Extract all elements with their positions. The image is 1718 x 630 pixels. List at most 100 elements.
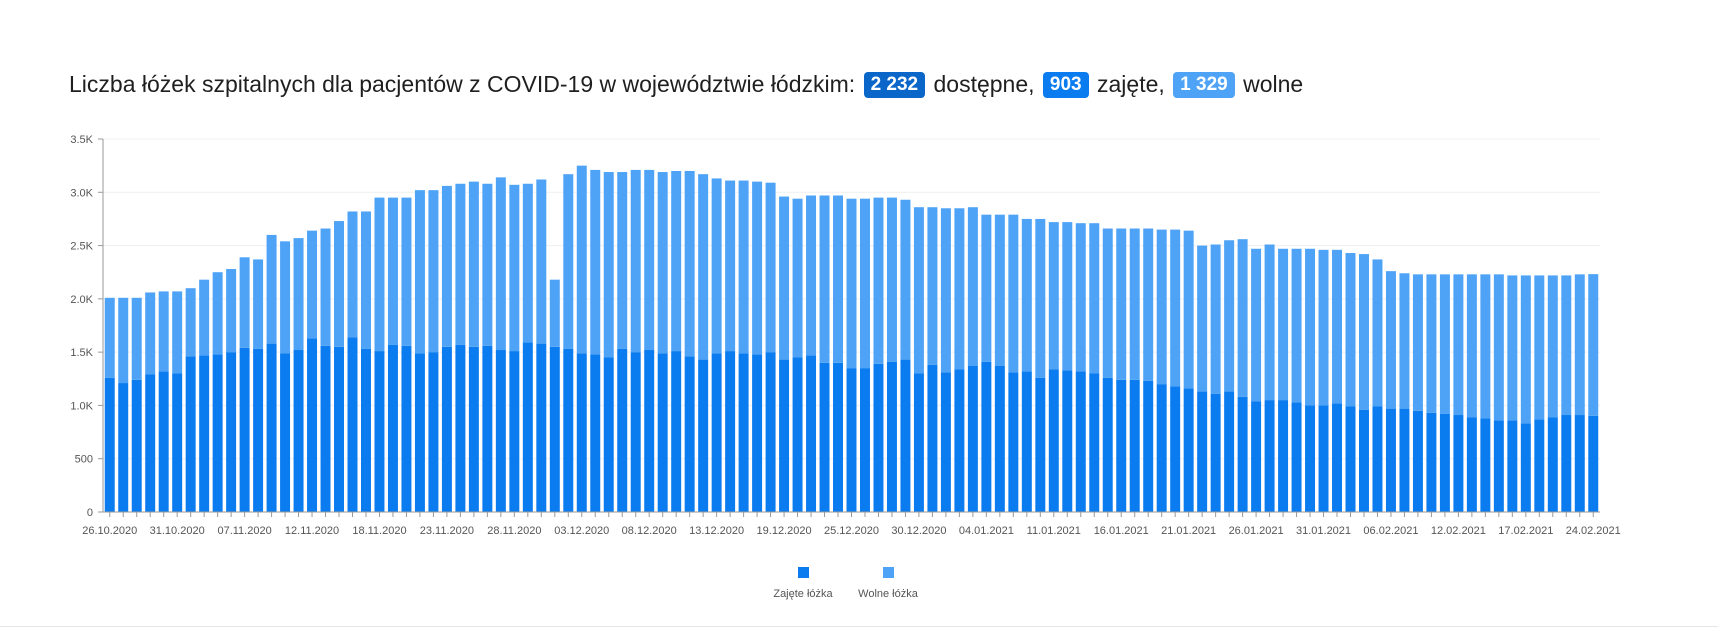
bar-occupied[interactable] <box>1305 405 1316 512</box>
bar-occupied[interactable] <box>1251 401 1262 512</box>
bar-free[interactable] <box>603 172 614 358</box>
bar-occupied[interactable] <box>913 373 924 512</box>
bar-occupied[interactable] <box>1466 417 1477 512</box>
bar-free[interactable] <box>1224 240 1235 392</box>
bar-occupied[interactable] <box>158 371 169 512</box>
bar-free[interactable] <box>374 197 385 352</box>
bar-free[interactable] <box>981 214 992 362</box>
bar-free[interactable] <box>1358 254 1369 410</box>
bar-occupied[interactable] <box>1008 372 1019 512</box>
bar-free[interactable] <box>792 198 803 358</box>
bar-free[interactable] <box>1332 249 1343 404</box>
bar-occupied[interactable] <box>522 342 533 512</box>
bar-occupied[interactable] <box>1224 391 1235 512</box>
bar-occupied[interactable] <box>1075 371 1086 512</box>
bar-free[interactable] <box>1507 275 1518 421</box>
bar-occupied[interactable] <box>320 345 331 512</box>
bar-free[interactable] <box>441 185 452 347</box>
bar-occupied[interactable] <box>981 361 992 512</box>
bar-free[interactable] <box>1453 274 1464 416</box>
bar-free[interactable] <box>145 292 156 375</box>
bar-occupied[interactable] <box>1170 386 1181 512</box>
legend-label[interactable]: Wolne łóżka <box>858 588 919 600</box>
bar-free[interactable] <box>1318 249 1329 406</box>
bar-free[interactable] <box>1588 274 1599 416</box>
bar-occupied[interactable] <box>967 365 978 512</box>
bar-occupied[interactable] <box>1439 413 1450 512</box>
bar-occupied[interactable] <box>1412 410 1423 512</box>
bar-free[interactable] <box>522 183 533 343</box>
bar-occupied[interactable] <box>253 348 264 512</box>
bar-occupied[interactable] <box>104 377 115 512</box>
bar-free[interactable] <box>671 170 682 352</box>
bar-free[interactable] <box>738 180 749 354</box>
bar-free[interactable] <box>158 291 169 372</box>
bar-free[interactable] <box>549 279 560 347</box>
bar-free[interactable] <box>886 197 897 362</box>
bar-occupied[interactable] <box>1547 417 1558 512</box>
bar-occupied[interactable] <box>118 383 129 512</box>
bar-free[interactable] <box>1264 244 1275 401</box>
bar-occupied[interactable] <box>886 361 897 512</box>
bar-occupied[interactable] <box>482 345 493 512</box>
bar-free[interactable] <box>684 170 695 357</box>
bar-occupied[interactable] <box>1143 380 1154 512</box>
bar-occupied[interactable] <box>509 351 520 512</box>
bar-occupied[interactable] <box>1035 377 1046 512</box>
bar-free[interactable] <box>1251 248 1262 402</box>
bar-free[interactable] <box>1439 274 1450 414</box>
bar-occupied[interactable] <box>900 359 911 512</box>
bar-free[interactable] <box>1143 228 1154 381</box>
bar-occupied[interactable] <box>1588 415 1599 512</box>
bar-occupied[interactable] <box>1062 370 1073 512</box>
bar-occupied[interactable] <box>1102 377 1113 512</box>
bar-occupied[interactable] <box>307 338 318 512</box>
bar-occupied[interactable] <box>1520 423 1531 512</box>
bar-occupied[interactable] <box>414 353 425 512</box>
bar-free[interactable] <box>536 179 547 344</box>
bar-occupied[interactable] <box>239 347 250 512</box>
bar-occupied[interactable] <box>1372 406 1383 512</box>
bar-occupied[interactable] <box>1156 384 1167 512</box>
bar-occupied[interactable] <box>684 356 695 512</box>
bar-free[interactable] <box>711 178 722 354</box>
bar-free[interactable] <box>293 238 304 351</box>
bar-free[interactable] <box>1372 259 1383 407</box>
bar-free[interactable] <box>779 196 790 360</box>
bar-occupied[interactable] <box>792 357 803 512</box>
bar-free[interactable] <box>806 195 817 356</box>
bar-free[interactable] <box>1210 244 1221 394</box>
bar-free[interactable] <box>1493 274 1504 421</box>
bar-free[interactable] <box>199 279 210 356</box>
bar-free[interactable] <box>1574 274 1585 416</box>
legend-label[interactable]: Zajęte łóżka <box>773 588 833 600</box>
bar-occupied[interactable] <box>455 344 466 512</box>
bar-occupied[interactable] <box>846 368 857 512</box>
bar-occupied[interactable] <box>779 359 790 512</box>
bar-free[interactable] <box>1156 229 1167 385</box>
bar-free[interactable] <box>468 181 479 347</box>
bar-free[interactable] <box>1035 218 1046 378</box>
bar-free[interactable] <box>226 269 237 353</box>
bar-free[interactable] <box>495 177 506 351</box>
legend-swatch[interactable] <box>883 567 894 578</box>
bar-free[interactable] <box>1426 274 1437 413</box>
bar-occupied[interactable] <box>617 348 628 512</box>
bar-free[interactable] <box>765 182 776 353</box>
bar-occupied[interactable] <box>819 362 830 512</box>
bar-free[interactable] <box>819 195 830 363</box>
bar-free[interactable] <box>927 207 938 365</box>
bar-free[interactable] <box>320 228 331 346</box>
bar-occupied[interactable] <box>1264 400 1275 512</box>
bar-occupied[interactable] <box>1197 391 1208 512</box>
bar-occupied[interactable] <box>172 373 183 512</box>
bar-free[interactable] <box>590 169 601 355</box>
bar-free[interactable] <box>414 190 425 354</box>
bar-occupied[interactable] <box>1021 371 1032 512</box>
bar-occupied[interactable] <box>738 353 749 512</box>
bar-free[interactable] <box>1116 228 1127 380</box>
bar-occupied[interactable] <box>1561 415 1572 512</box>
bar-occupied[interactable] <box>698 359 709 512</box>
bar-free[interactable] <box>185 288 196 357</box>
bar-occupied[interactable] <box>199 355 210 512</box>
